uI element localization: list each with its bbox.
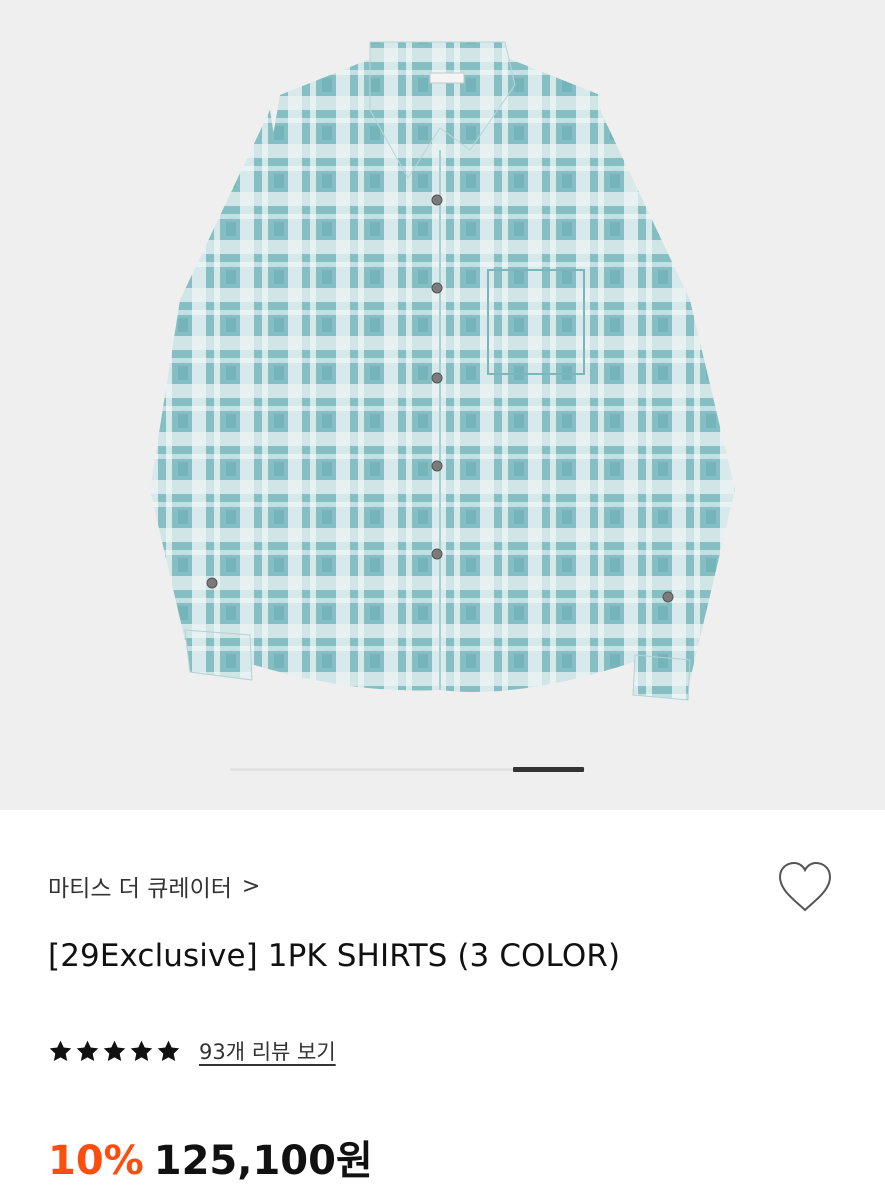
price-row: 10% 125,100원 xyxy=(48,1128,373,1186)
view-reviews-link[interactable]: 93개 리뷰 보기 xyxy=(199,1036,336,1066)
wishlist-button[interactable] xyxy=(775,858,835,918)
sale-price: 125,100원 xyxy=(153,1138,373,1184)
brand-link[interactable]: 마티스 더 큐레이터 > xyxy=(48,868,260,904)
rating-row: 93개 리뷰 보기 xyxy=(48,1034,336,1068)
star-icon xyxy=(157,1040,180,1061)
heart-outline-icon xyxy=(778,861,832,912)
brand-name: 마티스 더 큐레이터 xyxy=(48,876,232,902)
star-rating xyxy=(48,1039,181,1064)
carousel-pager-indicator xyxy=(513,767,584,772)
product-image-carousel[interactable] xyxy=(0,0,885,810)
product-title: [29Exclusive] 1PK SHIRTS (3 COLOR) xyxy=(48,938,621,974)
star-icon xyxy=(130,1040,153,1061)
star-icon xyxy=(49,1040,72,1061)
star-icon xyxy=(103,1040,126,1061)
product-image xyxy=(150,41,735,701)
star-icon xyxy=(76,1040,99,1061)
chevron-right-icon: > xyxy=(241,873,261,899)
discount-rate: 10% xyxy=(48,1138,144,1184)
